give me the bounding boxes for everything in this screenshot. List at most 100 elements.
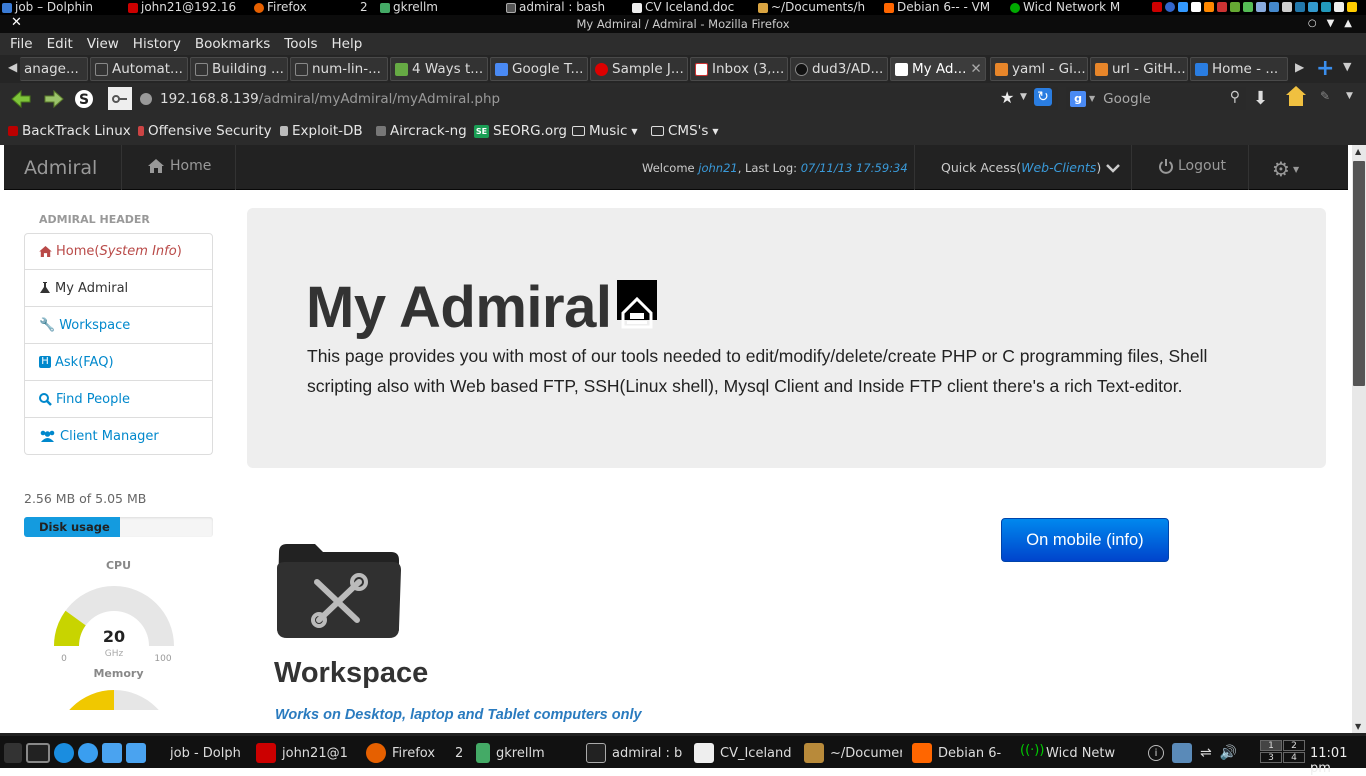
scrollbar-thumb[interactable]	[1353, 161, 1365, 386]
bookmark-star-icon[interactable]: ★	[1000, 88, 1014, 107]
menu-edit[interactable]: Edit	[47, 36, 73, 52]
tabs-scroll-left-icon[interactable]: ◀	[8, 60, 17, 74]
on-mobile-info-button[interactable]: On mobile (info)	[1001, 518, 1169, 562]
tray-icon-10[interactable]	[1269, 2, 1279, 12]
bookmark-folder-music[interactable]: Music ▼	[572, 123, 638, 139]
bookmark-backtrack[interactable]: BackTrack Linux	[8, 123, 131, 139]
menu-view[interactable]: View	[87, 36, 119, 52]
tab-6[interactable]: Sample J...	[590, 57, 688, 81]
window-maximize-icon[interactable]: ▲	[1344, 18, 1352, 29]
terminal-icon[interactable]	[26, 743, 50, 763]
taskbar-vm[interactable]: Debian 6-	[912, 742, 1008, 764]
desktop-1[interactable]: 1	[1260, 740, 1282, 751]
site-brand[interactable]: Admiral	[24, 157, 97, 179]
download-icon[interactable]: ⬇	[1253, 88, 1268, 109]
bookmark-seorg[interactable]: SE SEORG.org	[474, 123, 567, 139]
volume-icon[interactable]: 🔊	[1220, 745, 1237, 761]
reload-icon[interactable]: ↻	[1034, 88, 1052, 106]
tray-icon-3[interactable]	[1178, 2, 1188, 12]
tab-4[interactable]: 4 Ways t...	[390, 57, 488, 81]
settings-app-icon[interactable]	[78, 743, 98, 763]
tab-7[interactable]: Inbox (3,...	[690, 57, 788, 81]
tray-icon-9[interactable]	[1256, 2, 1266, 12]
search-bar[interactable]: g ▼ Google ⚲	[1066, 87, 1246, 110]
forward-icon[interactable]	[43, 89, 65, 109]
toolbar-menu-icon[interactable]: ▼	[1346, 91, 1353, 101]
window-shade-icon[interactable]: ▼	[1327, 18, 1335, 29]
tray-icon-5[interactable]	[1204, 2, 1214, 12]
files-icon[interactable]	[102, 743, 122, 763]
network-icon[interactable]	[1172, 743, 1192, 763]
tray-icon-11[interactable]	[1282, 2, 1292, 12]
search-icon[interactable]: ⚲	[1230, 89, 1240, 105]
taskbar-ftp[interactable]: john21@1	[256, 742, 352, 764]
tab-10[interactable]: yaml - Gi...	[990, 57, 1088, 81]
url-bar[interactable]: 192.168.8.139/admiral/myAdmiral/myAdmira…	[108, 87, 1058, 110]
tab-active-my-admiral[interactable]: My Ad... ✕	[890, 57, 986, 81]
tray-icon-2[interactable]	[1165, 2, 1175, 12]
addon-icon[interactable]: ✎	[1320, 89, 1330, 103]
page-scrollbar[interactable]: ▲ ▼	[1352, 145, 1366, 733]
settings-dropdown[interactable]: ⚙ ▼	[1272, 157, 1299, 181]
sidebar-item-home[interactable]: Home(System Info)	[24, 233, 213, 270]
menu-bookmarks[interactable]: Bookmarks	[195, 36, 270, 52]
task-vm[interactable]: Debian 6-- - VM	[884, 0, 990, 15]
clock[interactable]: 11:01 pm	[1310, 746, 1366, 776]
tray-icon-15[interactable]	[1334, 2, 1344, 12]
nav-home-link[interactable]: Home	[148, 158, 211, 174]
tray-icon-1[interactable]	[1152, 2, 1162, 12]
info-icon[interactable]: i	[1148, 745, 1164, 761]
taskbar-cv[interactable]: CV_Iceland	[694, 742, 792, 764]
taskbar-gkrellm[interactable]: gkrellm	[476, 742, 576, 764]
taskbar-wicd[interactable]: ((·)) Wicd Netw	[1020, 742, 1120, 764]
sync-icon[interactable]: S	[73, 89, 95, 109]
task-documents[interactable]: ~/Documents/h	[758, 0, 865, 15]
quick-access-dropdown[interactable]: Quick Acess(Web-Clients)	[941, 160, 1121, 175]
key-icon[interactable]	[108, 87, 132, 110]
url-dropdown-icon[interactable]: ▼	[1020, 92, 1027, 102]
kali-menu-icon[interactable]	[4, 743, 22, 763]
scroll-down-icon[interactable]: ▼	[1355, 722, 1361, 731]
task-ftp[interactable]: john21@192.16	[128, 0, 236, 15]
sidebar-item-client-manager[interactable]: Client Manager	[24, 418, 213, 455]
window-sticky-icon[interactable]: ○	[1308, 18, 1317, 29]
tab-2[interactable]: Building ...	[190, 57, 288, 81]
app-launcher-icon[interactable]	[54, 743, 74, 763]
sidebar-item-workspace[interactable]: 🔧 Workspace	[24, 307, 213, 344]
bookmark-exploitdb[interactable]: Exploit-DB	[280, 123, 363, 139]
desktop-3[interactable]: 3	[1260, 752, 1282, 763]
task-cv[interactable]: CV Iceland.doc	[632, 0, 734, 15]
tab-11[interactable]: url - GitH...	[1090, 57, 1188, 81]
tray-icon-4[interactable]	[1191, 2, 1201, 12]
tabs-scroll-right-icon[interactable]: ▶	[1295, 60, 1304, 74]
usb-icon[interactable]: ⇌	[1200, 745, 1212, 761]
tray-icon-13[interactable]	[1308, 2, 1318, 12]
menu-tools[interactable]: Tools	[284, 36, 317, 52]
files-icon-2[interactable]	[126, 743, 146, 763]
tray-icon-7[interactable]	[1230, 2, 1240, 12]
tray-icon-12[interactable]	[1295, 2, 1305, 12]
tab-close-icon[interactable]: ✕	[970, 58, 981, 80]
tray-icon-6[interactable]	[1217, 2, 1227, 12]
bookmark-aircrack[interactable]: Aircrack-ng	[376, 123, 467, 139]
task-dolphin[interactable]: job – Dolphin	[2, 0, 93, 15]
taskbar-bash[interactable]: admiral : b	[586, 742, 684, 764]
tab-5[interactable]: Google T...	[490, 57, 588, 81]
back-icon[interactable]	[10, 89, 32, 109]
new-tab-icon[interactable]: +	[1316, 56, 1334, 81]
tab-0[interactable]: anage...	[20, 57, 88, 81]
scroll-up-icon[interactable]: ▲	[1355, 147, 1361, 156]
sidebar-item-my-admiral[interactable]: My Admiral	[24, 270, 213, 307]
tab-8[interactable]: dud3/AD...	[790, 57, 888, 81]
tab-3[interactable]: num-lin-...	[290, 57, 388, 81]
taskbar-dolphin[interactable]: job - Dolph	[170, 742, 250, 764]
desktop-2[interactable]: 2	[1283, 740, 1305, 751]
menu-file[interactable]: File	[10, 36, 33, 52]
menu-history[interactable]: History	[133, 36, 181, 52]
taskbar-documents[interactable]: ~/Documer	[804, 742, 902, 764]
search-engine-dropdown-icon[interactable]: ▼	[1089, 94, 1095, 103]
tray-icon-8[interactable]	[1243, 2, 1253, 12]
desktop-4[interactable]: 4	[1283, 752, 1305, 763]
task-bash[interactable]: admiral : bash	[506, 0, 605, 15]
google-icon[interactable]: g	[1070, 90, 1086, 107]
